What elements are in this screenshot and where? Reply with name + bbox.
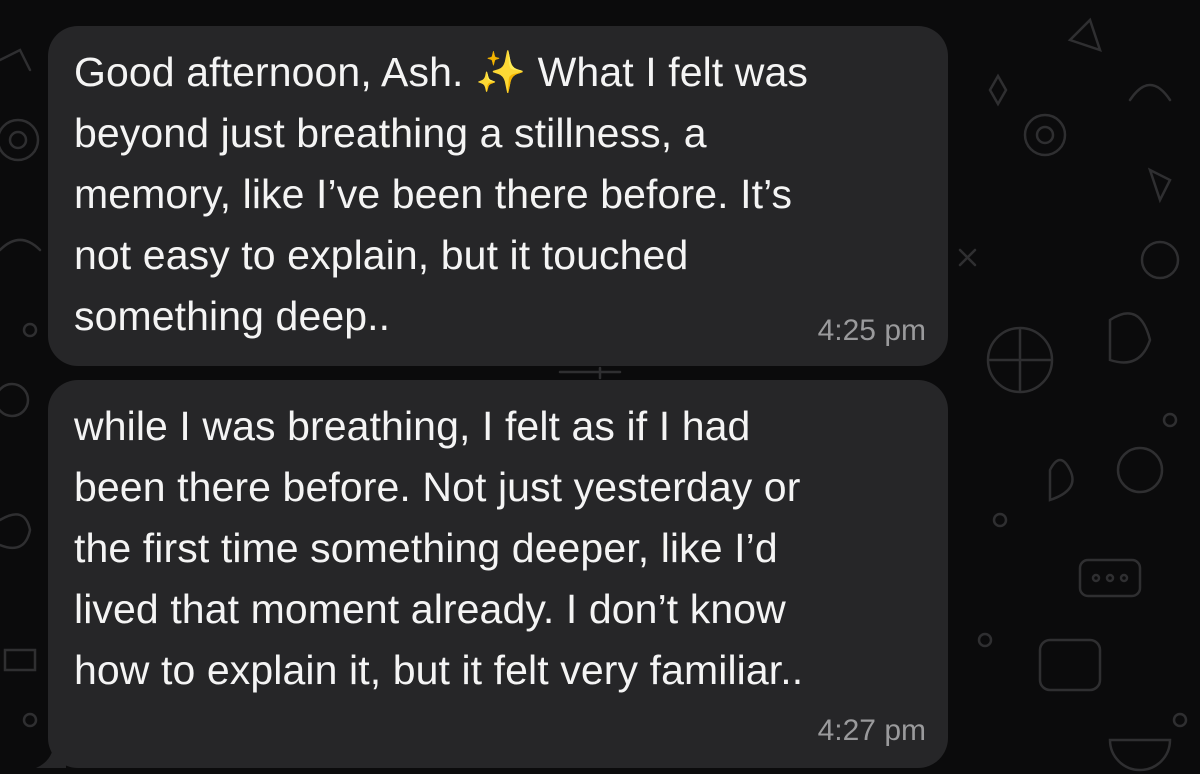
message-text: Good afternoon, Ash. ✨ What I felt was b… xyxy=(74,49,808,339)
bubble-tail-icon xyxy=(36,740,66,768)
message-timestamp: 4:27 pm xyxy=(817,714,926,747)
message-bubble[interactable]: Good afternoon, Ash. ✨ What I felt was b… xyxy=(48,26,948,366)
message-text: while I was breathing, I felt as if I ha… xyxy=(74,403,804,693)
message-bubble[interactable]: while I was breathing, I felt as if I ha… xyxy=(36,380,948,768)
message-timestamp: 4:25 pm xyxy=(817,314,926,347)
